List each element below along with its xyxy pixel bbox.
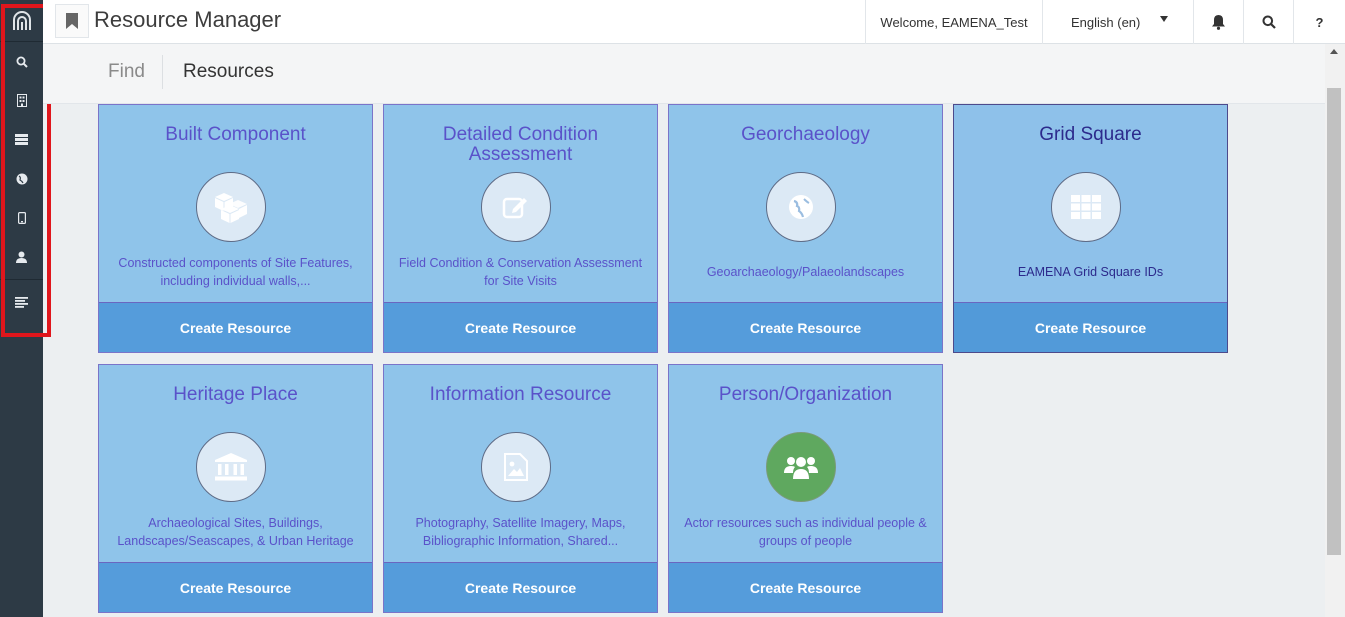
language-label: English (en) xyxy=(1071,14,1141,30)
scrollbar[interactable] xyxy=(1325,44,1345,617)
help-button[interactable]: ? xyxy=(1293,0,1345,44)
scroll-thumb[interactable] xyxy=(1327,88,1341,555)
card-title: Information Resource xyxy=(429,384,612,405)
card-title: Georchaeology xyxy=(741,124,870,145)
card-title: Heritage Place xyxy=(173,384,298,405)
card-description: Photography, Satellite Imagery, Maps, Bi… xyxy=(415,516,626,548)
resource-card-person-organization: Person/Organization Actor resources such… xyxy=(668,364,943,613)
tab-resources[interactable]: Resources xyxy=(183,61,274,83)
card-title: Detailed Condition Assessment xyxy=(442,124,599,165)
create-resource-button[interactable]: Create Resource xyxy=(384,302,657,352)
sidebar-divider xyxy=(0,279,43,280)
resource-card-geoarchaeology: Georchaeology Geoarchaeology/Palaeolands… xyxy=(668,104,943,353)
page-title: Resource Manager xyxy=(94,7,282,32)
sidebar-user-icon[interactable] xyxy=(0,237,43,276)
resource-card-information-resource: Information Resource Photography, Satell… xyxy=(383,364,658,613)
cubes-icon xyxy=(196,172,266,242)
bell-icon xyxy=(1212,15,1225,30)
top-header: Resource Manager Welcome, EAMENA_Test En… xyxy=(43,0,1345,44)
card-title: Person/Organization xyxy=(718,384,893,405)
language-select[interactable]: English (en) xyxy=(1042,0,1193,44)
create-resource-button[interactable]: Create Resource xyxy=(669,562,942,612)
welcome-user[interactable]: Welcome, EAMENA_Test xyxy=(865,0,1042,44)
sidebar-mobile-icon[interactable] xyxy=(0,198,43,237)
create-resource-button[interactable]: Create Resource xyxy=(99,302,372,352)
sidebar-search-icon[interactable] xyxy=(0,42,43,81)
sidebar-align-left-icon[interactable] xyxy=(0,283,43,322)
resource-card-condition-assessment: Detailed Condition Assessment Field Cond… xyxy=(383,104,658,353)
card-title: Built Component xyxy=(165,124,306,145)
search-button[interactable] xyxy=(1243,0,1293,44)
tab-find[interactable]: Find xyxy=(108,61,145,83)
resource-card-heritage-place: Heritage Place Archaeological Sites, Bui… xyxy=(98,364,373,613)
create-resource-button[interactable]: Create Resource xyxy=(99,562,372,612)
app-sidebar xyxy=(0,0,43,617)
notifications-button[interactable] xyxy=(1193,0,1243,44)
caret-down-icon xyxy=(1160,16,1169,22)
create-resource-button[interactable]: Create Resource xyxy=(669,302,942,352)
card-description: Constructed components of Site Features,… xyxy=(118,256,353,288)
scroll-up-icon[interactable] xyxy=(1330,49,1338,54)
app-logo-icon[interactable] xyxy=(0,0,43,42)
image-icon xyxy=(481,432,551,502)
create-resource-button[interactable]: Create Resource xyxy=(384,562,657,612)
edit-icon xyxy=(481,172,551,242)
card-description: Archaeological Sites, Buildings, Landsca… xyxy=(117,516,354,548)
card-title: Grid Square xyxy=(1039,124,1142,145)
card-description: Geoarchaeology/Palaeolandscapes xyxy=(706,265,905,279)
users-icon xyxy=(766,432,836,502)
resource-card-grid-square: Grid Square EAMENA Grid Square IDs Creat… xyxy=(953,104,1228,353)
tab-divider xyxy=(162,55,163,89)
card-description: Field Condition & Conservation Assessmen… xyxy=(398,256,643,288)
institution-icon xyxy=(196,432,266,502)
sub-header: Find Resources xyxy=(43,44,1325,104)
sidebar-building-icon[interactable] xyxy=(0,81,43,120)
card-description: EAMENA Grid Square IDs xyxy=(1017,265,1164,279)
globe-icon xyxy=(766,172,836,242)
bookmark-icon[interactable] xyxy=(55,4,89,38)
sidebar-globe-icon[interactable] xyxy=(0,159,43,198)
card-description: Actor resources such as individual peopl… xyxy=(684,516,927,548)
create-resource-button[interactable]: Create Resource xyxy=(954,302,1227,352)
grid-icon xyxy=(1051,172,1121,242)
sidebar-server-icon[interactable] xyxy=(0,120,43,159)
resource-card-built-component: Built Component Constructed components o… xyxy=(98,104,373,353)
search-icon xyxy=(1262,15,1276,29)
